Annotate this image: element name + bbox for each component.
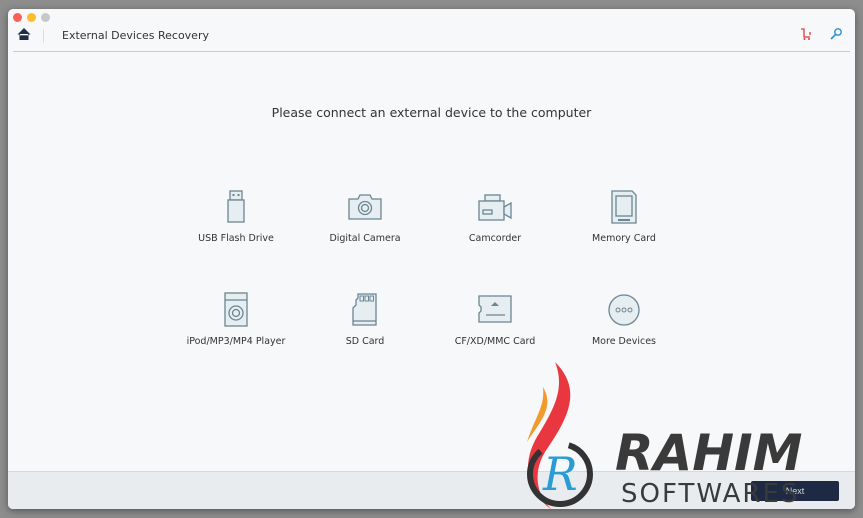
device-label: iPod/MP3/MP4 Player [186,336,286,347]
mp3-player-icon [224,292,248,327]
header-divider [13,51,850,52]
key-icon[interactable] [829,27,843,41]
device-label: More Devices [591,336,656,347]
zoom-button[interactable] [41,13,50,22]
watermark-logo: R RAHIM SOFTWARES [527,362,802,512]
device-label: Camcorder [468,233,522,244]
camcorder-icon [478,194,512,221]
device-label: SD Card [345,336,385,347]
camera-icon [348,194,382,220]
device-ipod-player[interactable]: iPod/MP3/MP4 Player [171,292,301,347]
svg-text:RAHIM: RAHIM [615,424,802,482]
device-label: Memory Card [592,233,656,244]
device-digital-camera[interactable]: Digital Camera [300,189,430,244]
connect-prompt: Please connect an external device to the… [271,105,592,120]
svg-text:R: R [542,447,578,501]
cf-card-icon [478,295,512,323]
memory-card-icon [611,190,637,224]
divider [43,29,44,43]
device-more[interactable]: More Devices [559,292,689,347]
minimize-button[interactable] [27,13,36,22]
svg-text:SOFTWARES: SOFTWARES [621,479,799,509]
device-camcorder[interactable]: Camcorder [430,189,560,244]
sd-card-icon [352,293,377,326]
device-sd-card[interactable]: SD Card [300,292,430,347]
more-icon [608,294,640,326]
device-cf-card[interactable]: CF/XD/MMC Card [430,292,560,347]
device-label: CF/XD/MMC Card [454,336,536,347]
device-usb-flash-drive[interactable]: USB Flash Drive [171,189,301,244]
cart-icon[interactable] [799,27,813,41]
device-label: Digital Camera [329,233,401,244]
usb-drive-icon [227,190,245,223]
header: External Devices Recovery [8,25,855,51]
device-label: USB Flash Drive [198,233,274,244]
close-button[interactable] [13,13,22,22]
window-controls [13,13,50,22]
home-icon[interactable] [17,27,31,41]
device-memory-card[interactable]: Memory Card [559,189,689,244]
window-title: External Devices Recovery [62,29,209,42]
